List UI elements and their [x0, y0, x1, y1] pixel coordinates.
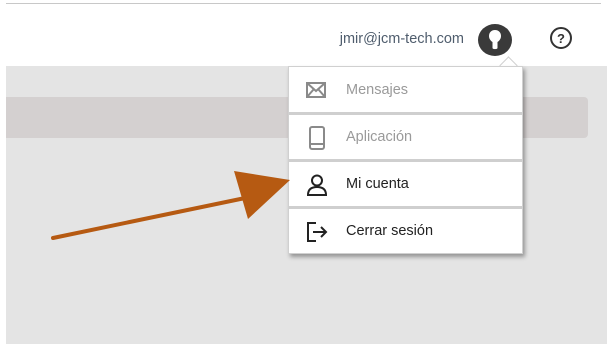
- annotation-arrow: [51, 171, 290, 240]
